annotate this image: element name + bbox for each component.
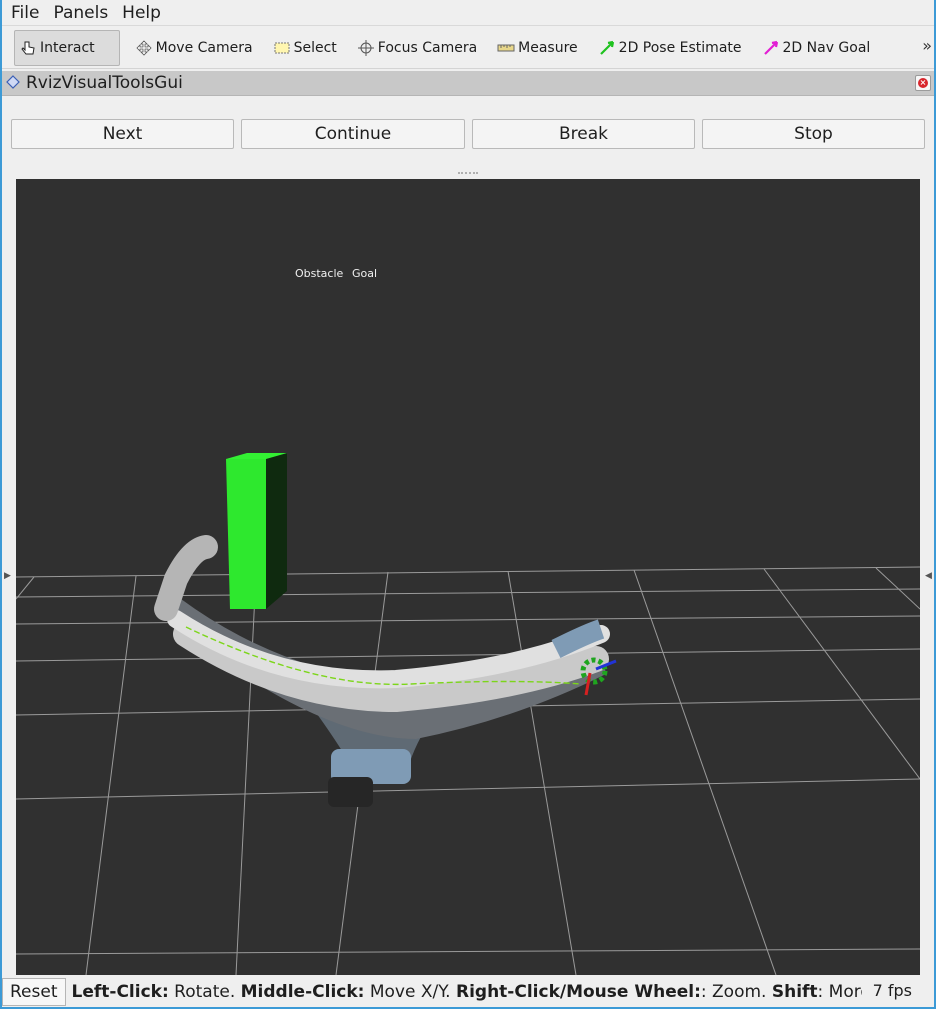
hint-left-click-text: Rotate.	[168, 982, 241, 1002]
panel-title: RvizVisualToolsGui	[26, 73, 183, 93]
tool-select[interactable]: Select	[268, 30, 342, 66]
continue-button[interactable]: Continue	[241, 119, 465, 149]
menu-file[interactable]: File	[4, 1, 46, 25]
tool-move-camera-label: Move Camera	[155, 39, 253, 56]
green-arrow-icon	[598, 39, 616, 57]
menu-bar: File Panels Help	[0, 0, 936, 26]
panel-close-button[interactable]: ×	[915, 75, 931, 91]
break-button[interactable]: Break	[472, 119, 695, 149]
panel-button-row: Next Continue Break Stop	[11, 119, 925, 149]
tool-interact[interactable]: Interact	[14, 29, 120, 66]
tool-2d-pose-estimate[interactable]: 2D Pose Estimate	[593, 30, 747, 66]
panel-diamond-icon	[6, 74, 20, 93]
hint-middle-click-text: Move X/Y.	[364, 982, 456, 1002]
ground-grid	[16, 566, 920, 975]
render-viewport[interactable]: Obstacle Goal	[16, 179, 920, 975]
toolbar: Interact Move Camera Select Focus Camera…	[0, 27, 936, 69]
panel-splitter-handle[interactable]	[458, 172, 478, 175]
tool-interact-label: Interact	[40, 39, 95, 56]
tool-measure-label: Measure	[518, 39, 578, 56]
toolbar-overflow-button[interactable]: »	[922, 36, 932, 55]
menu-panels[interactable]: Panels	[46, 1, 115, 25]
move-camera-icon	[135, 39, 153, 57]
magenta-arrow-icon	[762, 39, 780, 57]
hint-right-click: Right-Click/Mouse Wheel:	[455, 982, 701, 1002]
tool-select-label: Select	[293, 39, 337, 56]
tool-measure[interactable]: Measure	[492, 30, 583, 66]
ruler-icon	[497, 39, 515, 57]
scene-svg	[16, 453, 920, 975]
crosshair-icon	[357, 39, 375, 57]
hint-shift-text: : More options.	[817, 982, 862, 1002]
goal-label: Goal	[352, 267, 378, 280]
hint-shift: Shift	[771, 982, 818, 1002]
select-rectangle-icon	[273, 39, 291, 57]
right-dock-arrow-icon[interactable]: ◀	[925, 571, 932, 581]
menu-help[interactable]: Help	[115, 1, 168, 25]
stop-button[interactable]: Stop	[702, 119, 925, 149]
tool-2d-nav-goal[interactable]: 2D Nav Goal	[757, 30, 876, 66]
left-dock-arrow-icon[interactable]: ▶	[4, 571, 11, 581]
hand-pointer-icon	[19, 39, 37, 57]
hint-middle-click: Middle-Click:	[240, 982, 365, 1002]
tool-focus-camera[interactable]: Focus Camera	[352, 30, 482, 66]
obstacle-box	[226, 453, 287, 609]
close-icon: ×	[918, 78, 928, 88]
hint-left-click: Left-Click:	[71, 982, 169, 1002]
next-button[interactable]: Next	[11, 119, 234, 149]
panel-header: RvizVisualToolsGui ×	[2, 71, 934, 96]
status-bar: Reset Left-Click: Rotate. Middle-Click: …	[0, 977, 936, 1007]
tool-focus-camera-label: Focus Camera	[377, 39, 478, 56]
hint-right-click-text: : Zoom.	[700, 982, 772, 1002]
status-hint: Left-Click: Rotate. Middle-Click: Move X…	[72, 982, 862, 1002]
tool-move-camera[interactable]: Move Camera	[130, 30, 258, 66]
fps-counter: 7 fps	[872, 981, 912, 1000]
obstacle-label: Obstacle	[295, 267, 344, 280]
tool-2d-nav-goal-label: 2D Nav Goal	[782, 39, 871, 56]
reset-button[interactable]: Reset	[2, 978, 66, 1006]
tool-2d-pose-estimate-label: 2D Pose Estimate	[618, 39, 742, 56]
